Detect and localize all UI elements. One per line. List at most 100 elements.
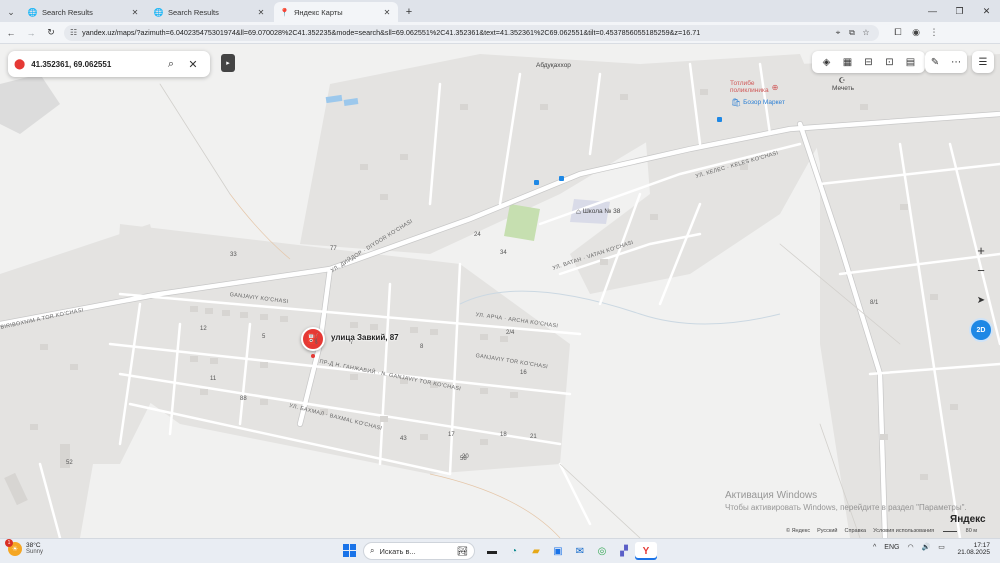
transit-icon[interactable]: ⊟ xyxy=(858,57,879,68)
system-tray: ^ ENG ◠ 🔊 ▭ xyxy=(873,543,953,552)
house-number: 12 xyxy=(200,326,207,332)
teams-icon[interactable]: ▞ xyxy=(613,542,635,560)
taskbar-search[interactable]: ⌕ Искать в... 🏞 xyxy=(363,542,475,560)
back-icon[interactable]: ← xyxy=(2,24,20,42)
clock-time: 17:17 xyxy=(973,542,990,549)
tab-close-icon[interactable]: ✕ xyxy=(130,8,140,17)
traffic-icon[interactable]: ▤ xyxy=(900,57,921,68)
poi-label: Школа № 38 xyxy=(582,208,621,215)
outlook-icon[interactable]: ✉ xyxy=(569,542,591,560)
clock-date: 21.08.2025 xyxy=(957,549,990,557)
map-tools: ✎ ⋯ xyxy=(925,51,967,73)
site-info-icon[interactable]: ☷ xyxy=(70,28,77,37)
install-app-icon[interactable]: ⧉ xyxy=(845,28,859,38)
address-url[interactable]: yandex.uz/maps/?azimuth=6.04023547530197… xyxy=(82,28,831,37)
battery-icon[interactable]: ▭ xyxy=(938,543,945,551)
house-number: 17 xyxy=(448,432,455,438)
bookmark-star-icon[interactable]: ☆ xyxy=(859,28,873,37)
address-bar[interactable]: ☷ yandex.uz/maps/?azimuth=6.040235475301… xyxy=(64,24,879,41)
map-search-box[interactable]: ⬤ 41.352361, 69.062551 ⌕ ✕ xyxy=(8,51,210,77)
house-number: 16 xyxy=(520,370,527,376)
sun-icon: ☀ 1 xyxy=(5,539,22,556)
reload-icon[interactable]: ↻ xyxy=(42,24,60,42)
language-indicator[interactable]: ENG xyxy=(884,544,899,551)
search-query[interactable]: 41.352361, 69.062551 xyxy=(31,60,160,69)
tab-close-icon[interactable]: ✕ xyxy=(382,8,392,17)
layers-icon[interactable]: ◈ xyxy=(816,57,837,68)
house-number: 5 xyxy=(262,334,266,340)
task-view-icon[interactable]: ▬ xyxy=(481,542,503,560)
language-link[interactable]: Русский xyxy=(817,528,837,534)
collapse-panel-icon[interactable]: ▸ xyxy=(221,54,235,72)
watermark-subtitle: Чтобы активировать Windows, перейдите в … xyxy=(725,503,967,512)
poi-abduqahhor[interactable]: Абдуқаххор xyxy=(536,62,571,69)
ruler-icon[interactable]: ✎ xyxy=(931,57,939,68)
chrome-icon[interactable]: ◎ xyxy=(591,542,613,560)
copyright-text[interactable]: © Яндекс xyxy=(786,528,810,534)
tab-close-icon[interactable]: ✕ xyxy=(256,8,266,17)
house-number: 24 xyxy=(474,232,481,238)
house-number: 8/1 xyxy=(870,300,879,306)
toggle-2d-button[interactable]: 2D xyxy=(971,320,991,340)
scale-bar xyxy=(943,529,958,532)
hamburger-menu-icon[interactable]: ☰ xyxy=(972,51,994,73)
close-window-icon[interactable]: ✕ xyxy=(973,0,1000,22)
panorama-icon[interactable]: ▦ xyxy=(837,57,858,68)
poi-mosque[interactable]: ☪ Мечеть xyxy=(832,76,854,92)
marker-label[interactable]: улица Завкий, 87 xyxy=(331,333,399,342)
scale-label: 80 м xyxy=(941,528,984,534)
zoom-in-icon[interactable]: + xyxy=(970,240,992,260)
tab-search-results-2[interactable]: 🌐 Search Results ✕ xyxy=(148,2,272,22)
more-icon[interactable]: ⋯ xyxy=(951,57,961,68)
wifi-icon[interactable]: ◠ xyxy=(907,543,913,551)
zoom-out-icon[interactable]: − xyxy=(970,260,992,280)
map-canvas[interactable] xyxy=(0,44,1000,538)
map-viewport[interactable]: УЛ. ДИЙДОР · DIYDOR KO'CHASI GANJAVIY KO… xyxy=(0,44,1000,538)
poi-polyclinic[interactable]: Тотлибе поликлиника ⊕ xyxy=(730,80,780,94)
tray-chevron-icon[interactable]: ^ xyxy=(873,544,876,551)
search-highlight-icon: 🏞 xyxy=(456,545,468,556)
notification-badge: 1 xyxy=(5,539,13,547)
my-location-icon[interactable]: ➤ xyxy=(970,290,992,310)
yandex-browser-icon[interactable]: Y xyxy=(635,542,657,560)
forward-icon[interactable]: → xyxy=(22,24,40,42)
map-footer: © Яндекс Русский Справка Условия использ… xyxy=(786,528,991,534)
terms-link[interactable]: Условия использования xyxy=(873,528,934,534)
house-number: 21 xyxy=(530,434,537,440)
watermark-title: Активация Windows xyxy=(725,490,818,501)
weather-widget[interactable]: ☀ 1 38°C Sunny xyxy=(5,539,43,556)
taskbar-clock[interactable]: 17:17 21.08.2025 xyxy=(957,542,990,557)
restore-icon[interactable]: ❐ xyxy=(946,0,973,22)
house-number: 77 xyxy=(330,246,337,252)
clear-search-icon[interactable]: ✕ xyxy=(182,58,204,71)
house-number: 43 xyxy=(400,436,407,442)
browser-menu-icon[interactable]: ⋮ xyxy=(925,27,943,38)
google-icon: 🌐 xyxy=(153,7,164,17)
map-layers-toolbar: ◈ ▦ ⊟ ⊡ ▤ xyxy=(812,51,925,73)
house-number: 88 xyxy=(240,396,247,402)
yandex-logo[interactable]: Яндекс xyxy=(950,514,986,525)
profile-icon[interactable]: ◉ xyxy=(907,27,925,38)
poi-bozor-market[interactable]: 🛍 Бозор Маркет xyxy=(731,98,785,107)
help-link[interactable]: Справка xyxy=(845,528,867,534)
bus-icon[interactable]: ⊡ xyxy=(879,57,900,68)
location-icon[interactable]: ⌖ xyxy=(831,28,845,38)
poi-school-38[interactable]: ⌂ Школа № 38 xyxy=(576,207,620,216)
extensions-icon[interactable]: ⧠ xyxy=(889,27,907,38)
tab-yandex-maps[interactable]: 📍 Яндекс Карты ✕ xyxy=(274,2,398,22)
file-explorer-icon[interactable]: ▰ xyxy=(525,542,547,560)
search-icon[interactable]: ⌕ xyxy=(160,58,182,71)
edge-icon[interactable]: ◔ xyxy=(503,542,525,560)
minimize-icon[interactable]: — xyxy=(919,0,946,22)
windows-start-icon[interactable] xyxy=(343,544,356,557)
school-icon: ⌂ xyxy=(576,207,581,216)
tab-search-results-1[interactable]: 🌐 Search Results ✕ xyxy=(22,2,146,22)
poi-label: Бозор Маркет xyxy=(743,99,785,106)
tab-search-menu-icon[interactable]: ⌄ xyxy=(0,2,22,22)
new-tab-icon[interactable]: + xyxy=(400,2,418,22)
poi-label: Тотлибе поликлиника xyxy=(730,80,769,95)
marker-point xyxy=(311,354,315,358)
store-icon[interactable]: ▣ xyxy=(547,542,569,560)
volume-icon[interactable]: 🔊 xyxy=(922,543,931,551)
map-marker-icon[interactable]: ⛽ xyxy=(301,327,325,351)
